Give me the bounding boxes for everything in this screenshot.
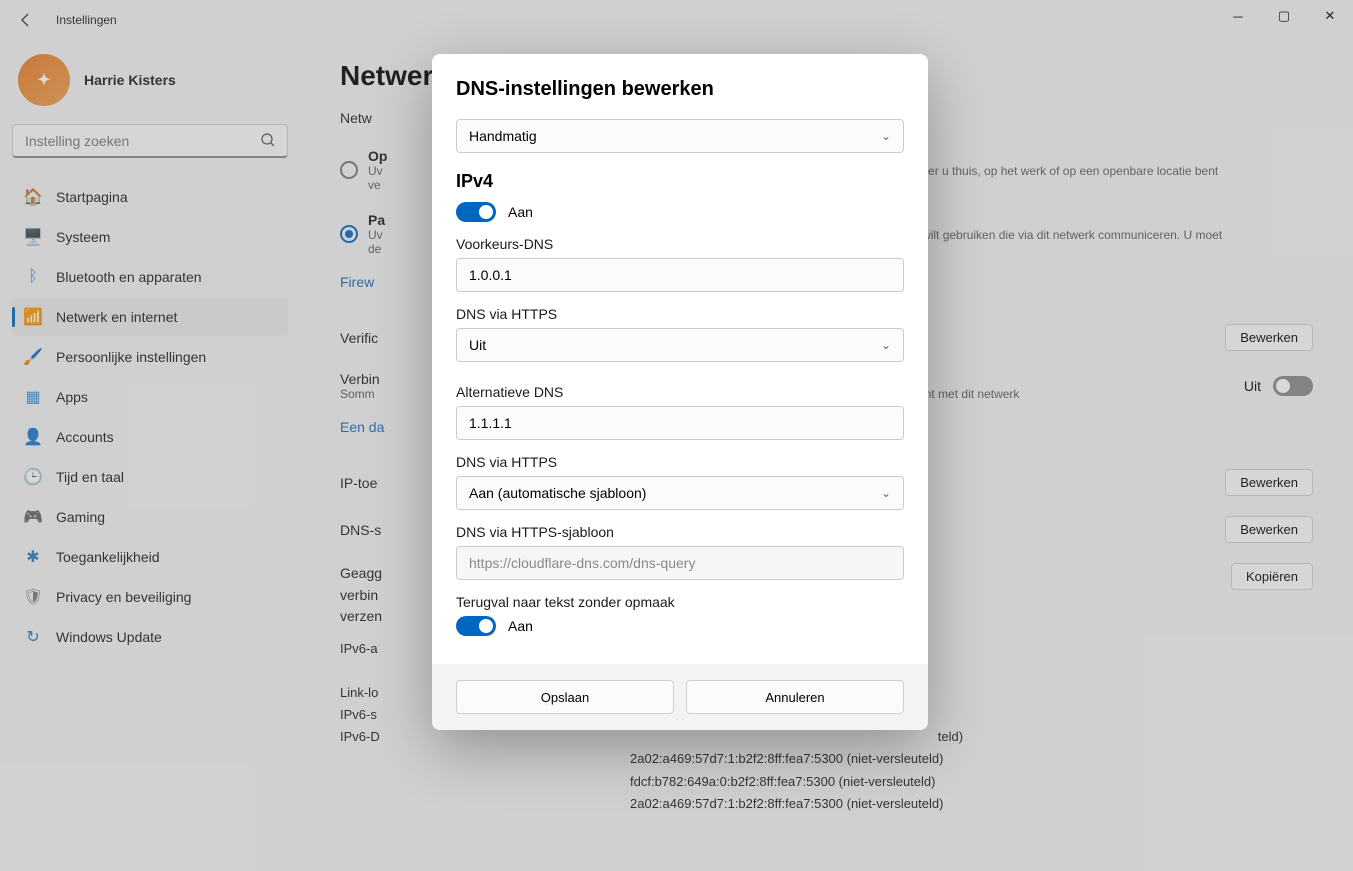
fallback-label: Terugval naar tekst zonder opmaak (456, 594, 904, 610)
doh-label-1: DNS via HTTPS (456, 306, 904, 322)
ipv4-heading: IPv4 (456, 171, 904, 192)
doh-label-2: DNS via HTTPS (456, 454, 904, 470)
cancel-button[interactable]: Annuleren (686, 680, 904, 714)
doh-pref-select[interactable]: Uit ⌄ (456, 328, 904, 362)
pref-dns-input[interactable]: 1.0.0.1 (456, 258, 904, 292)
fallback-toggle-label: Aan (508, 618, 533, 634)
alt-dns-input[interactable]: 1.1.1.1 (456, 406, 904, 440)
ipv4-toggle[interactable] (456, 202, 496, 222)
save-button[interactable]: Opslaan (456, 680, 674, 714)
mode-select[interactable]: Handmatig ⌄ (456, 119, 904, 153)
dialog-title: DNS-instellingen bewerken (456, 78, 904, 101)
chevron-down-icon: ⌄ (881, 486, 891, 500)
doh-template-label: DNS via HTTPS-sjabloon (456, 524, 904, 540)
fallback-toggle[interactable] (456, 616, 496, 636)
dns-edit-dialog: DNS-instellingen bewerken Handmatig ⌄ IP… (432, 54, 928, 730)
ipv4-toggle-label: Aan (508, 204, 533, 220)
pref-dns-label: Voorkeurs-DNS (456, 236, 904, 252)
chevron-down-icon: ⌄ (881, 129, 891, 143)
chevron-down-icon: ⌄ (881, 338, 891, 352)
doh-template-input: https://cloudflare-dns.com/dns-query (456, 546, 904, 580)
doh-alt-select[interactable]: Aan (automatische sjabloon) ⌄ (456, 476, 904, 510)
alt-dns-label: Alternatieve DNS (456, 384, 904, 400)
